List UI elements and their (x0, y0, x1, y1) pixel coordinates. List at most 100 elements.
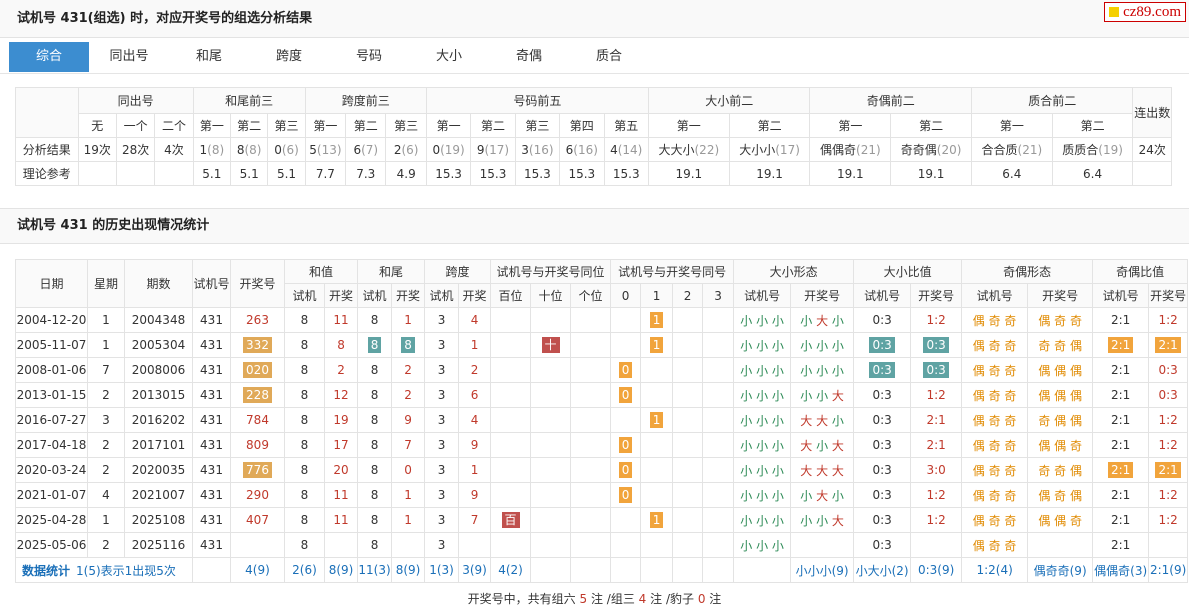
logo-text: cz89.com (1123, 4, 1181, 20)
size-ratio-draw-cell: 2:1 (910, 432, 963, 458)
issue-cell: 2008006 (124, 357, 193, 383)
size-trial-cell: 小 小 小 (733, 507, 792, 533)
size-char: 小 (800, 363, 813, 378)
parity-draw-cell: 偶 奇 偶 (1027, 482, 1094, 508)
result-cell: 0(19) (425, 137, 472, 162)
tail-trial-cell: 8 (357, 407, 393, 433)
size-ratio-draw-cell-badge: 0:3 (923, 337, 949, 353)
weekday-cell: 2 (87, 532, 125, 558)
same-position-cell (570, 382, 612, 408)
size-ratio-trial-cell: 0:3 (853, 407, 912, 433)
draw-number-cell (230, 532, 285, 558)
issue-cell: 2016202 (124, 407, 193, 433)
size-char: 大 (828, 438, 844, 453)
sub-header: 第一 (809, 113, 892, 138)
same-digit-cell (640, 532, 674, 558)
tail-trial-cell: 8 (357, 307, 393, 333)
same-position-cell (570, 407, 612, 433)
trial-number-cell: 431 (192, 307, 231, 333)
span-draw-cell: 2 (458, 357, 492, 383)
size-draw-cell: 大 大 大 (790, 457, 855, 483)
draw-number-cell: 784 (230, 407, 285, 433)
size-char: 小 (800, 488, 813, 503)
footer-mid1: 注 /组三 (590, 592, 635, 606)
same-digit-cell (610, 407, 642, 433)
parity-trial-cell: 偶 奇 奇 (961, 532, 1029, 558)
tab-4[interactable]: 号码 (329, 42, 409, 72)
table-row: 2025-05-06 2 2025116 431 8 8 3 小 小 小 0:3 偶 奇 奇 2:1 (15, 532, 1189, 558)
history-header: 大小比值 (853, 259, 963, 284)
tab-0[interactable]: 综合 (9, 42, 89, 72)
sum-draw-cell: 2 (323, 357, 359, 383)
sub-header: 二个 (154, 113, 194, 138)
size-char: 大 (800, 413, 813, 428)
same-digit-cell-badge: 0 (618, 387, 633, 403)
result-baseline: (21) (1017, 143, 1043, 157)
theory-cell: 19.1 (728, 161, 811, 186)
history-subheader: 试机号 (733, 283, 792, 308)
size-char: 小 (828, 363, 844, 378)
history-subheader: 2 (672, 283, 704, 308)
stats-desc: 1(5)表示1出现5次 (76, 563, 176, 578)
group-header: 质合前二 (970, 87, 1134, 114)
same-digit-cell (702, 332, 735, 358)
stats-cell (702, 557, 735, 583)
stats-cell: 偶偶奇(3) (1092, 557, 1150, 583)
same-position-cell (530, 357, 572, 383)
draw-number-cell: 332 (230, 332, 285, 358)
span-draw-cell: 4 (458, 307, 492, 333)
history-subheader: 百位 (490, 283, 532, 308)
span-trial-cell: 3 (424, 382, 460, 408)
tab-3[interactable]: 跨度 (249, 42, 329, 72)
row-label: 分析结果 (15, 137, 79, 162)
stats-label-cell: 数据统计 1(5)表示1出现5次 (15, 557, 193, 583)
parity-ratio-draw-cell: 1:2 (1148, 432, 1189, 458)
stats-label[interactable]: 数据统计 (22, 564, 70, 578)
size-char: 小 (800, 513, 813, 528)
size-char: 大 (812, 313, 829, 328)
size-ratio-draw-cell: 1:2 (910, 507, 963, 533)
weekday-cell: 2 (87, 382, 125, 408)
result-cell: 24次 (1132, 137, 1172, 162)
weekday-cell: 1 (87, 507, 125, 533)
tab-2[interactable]: 和尾 (169, 42, 249, 72)
size-char: 小 (812, 438, 829, 453)
tail-draw-cell: 1 (391, 507, 426, 533)
tail-trial-cell: 8 (357, 432, 393, 458)
sub-header: 第三 (385, 113, 427, 138)
tab-6[interactable]: 奇偶 (489, 42, 569, 72)
same-digit-cell (640, 357, 674, 383)
site-logo[interactable]: cz89.com (1104, 2, 1186, 22)
span-trial-cell: 3 (424, 482, 460, 508)
trial-number-cell: 431 (192, 507, 231, 533)
same-digit-cell (672, 307, 704, 333)
size-ratio-trial-cell: 0:3 (853, 457, 912, 483)
tab-7[interactable]: 质合 (569, 42, 649, 72)
same-digit-cell (610, 307, 642, 333)
parity-ratio-draw-cell: 0:3 (1148, 382, 1189, 408)
footer-prefix: 开奖号中，共有组六 (467, 592, 576, 606)
issue-cell: 2025116 (124, 532, 193, 558)
same-digit-cell (640, 457, 674, 483)
date-cell: 2025-04-28 (15, 507, 88, 533)
sub-header: 第一 (425, 113, 472, 138)
stats-cell (733, 557, 792, 583)
size-draw-cell: 小 大 小 (790, 307, 855, 333)
same-position-cell-badge: 十 (541, 337, 560, 353)
size-trial-cell: 小 小 小 (733, 432, 792, 458)
same-digit-cell-badge: 1 (649, 512, 664, 528)
same-position-cell (490, 357, 532, 383)
same-position-cell (490, 407, 532, 433)
same-position-cell (490, 382, 532, 408)
parity-trial-cell: 偶 奇 奇 (961, 482, 1029, 508)
same-position-cell (570, 307, 612, 333)
result-baseline: (21) (856, 143, 881, 157)
tab-1[interactable]: 同出号 (89, 42, 169, 72)
sub-header: 第一 (192, 113, 232, 138)
tab-5[interactable]: 大小 (409, 42, 489, 72)
parity-ratio-trial-cell: 2:1 (1092, 357, 1150, 383)
result-cell: 28次 (115, 137, 156, 162)
result-value: 24次 (1138, 143, 1166, 157)
same-position-cell (530, 432, 572, 458)
tail-trial-cell: 8 (357, 507, 393, 533)
